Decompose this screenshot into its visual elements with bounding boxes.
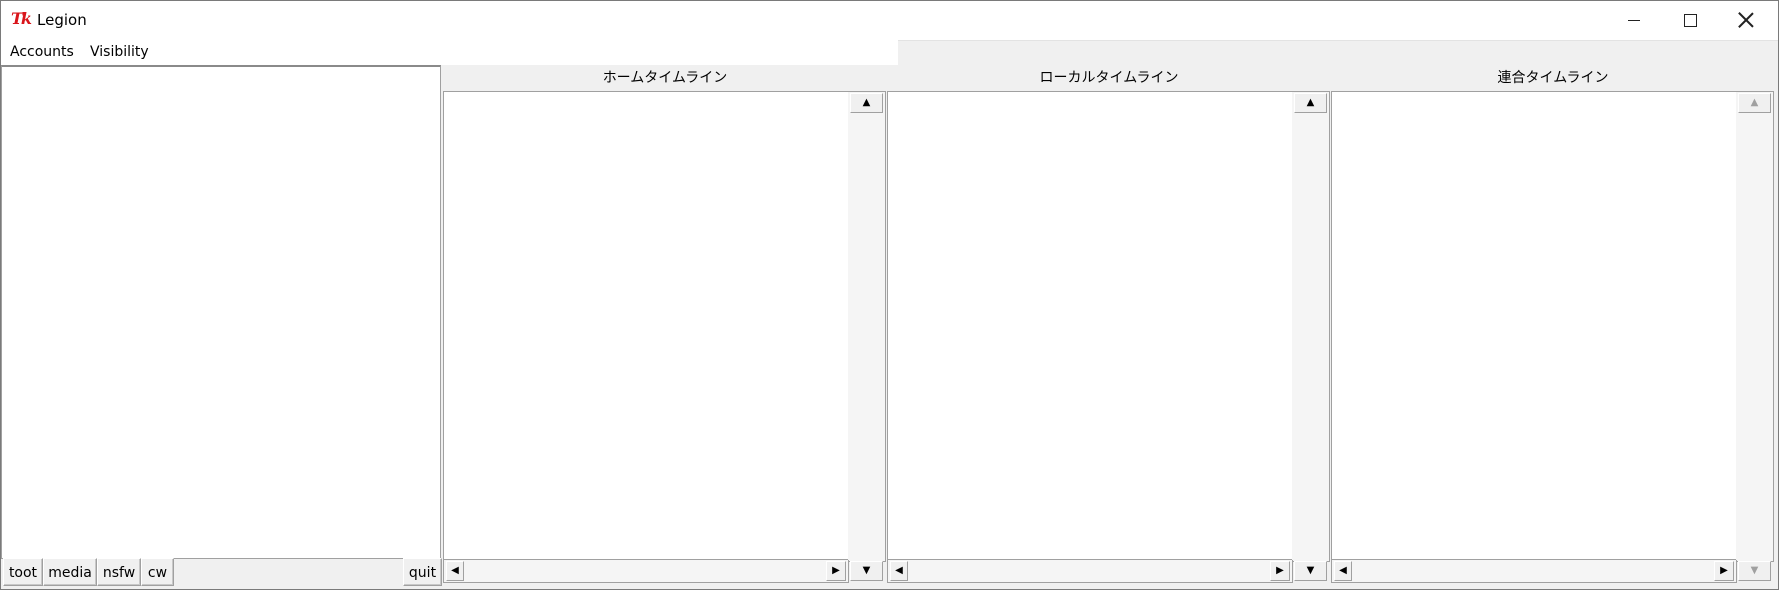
local-vertical-scrollbar[interactable]: ▲ ▼ [1292,91,1330,581]
menu-bar: Accounts Visibility [1,39,898,65]
close-icon [1738,12,1754,28]
home-timeline-list[interactable] [443,91,848,560]
cw-button[interactable]: cw [141,558,174,586]
quit-button[interactable]: quit [403,558,442,586]
maximize-icon [1683,13,1697,27]
local-timeline-list[interactable] [887,91,1292,560]
local-timeline-column: ローカルタイムライン ▲ ▼ ◀ ▶ [887,65,1331,589]
federated-timeline-title: 連合タイムライン [1331,65,1775,91]
home-horizontal-scrollbar[interactable]: ◀ ▶ [443,560,849,583]
local-horizontal-scrollbar[interactable]: ◀ ▶ [887,560,1293,583]
scroll-left-icon[interactable]: ◀ [1334,561,1352,581]
federated-vertical-scrollbar[interactable]: ▲ ▼ [1736,91,1774,581]
scroll-right-icon[interactable]: ▶ [1714,561,1734,581]
nsfw-button[interactable]: nsfw [97,558,141,586]
scroll-left-icon[interactable]: ◀ [890,561,908,581]
federated-timeline-list[interactable] [1331,91,1736,560]
title-bar[interactable]: Tk Legion [1,1,1778,39]
local-timeline-title: ローカルタイムライン [887,65,1331,91]
menu-visibility[interactable]: Visibility [90,43,149,61]
media-button[interactable]: media [43,558,97,586]
scroll-right-icon[interactable]: ▶ [826,561,846,581]
toot-button[interactable]: toot [3,558,43,586]
tk-feather-icon: Tk [11,9,32,28]
scroll-up-icon[interactable]: ▲ [1294,93,1327,113]
compose-panel: toot media nsfw cw quit [1,65,443,589]
menu-bar-divider [898,39,1778,41]
scroll-down-icon[interactable]: ▼ [850,561,883,581]
maximize-button[interactable] [1664,1,1716,39]
toot-text-area[interactable] [1,65,441,559]
scroll-left-icon[interactable]: ◀ [446,561,464,581]
home-vertical-scrollbar[interactable]: ▲ ▼ [848,91,886,581]
app-window: Tk Legion Accounts Visibility toot media… [0,0,1779,590]
scroll-up-icon[interactable]: ▲ [1738,93,1771,113]
scroll-down-icon[interactable]: ▼ [1738,561,1771,581]
close-button[interactable] [1720,1,1772,39]
scroll-up-icon[interactable]: ▲ [850,93,883,113]
scroll-down-icon[interactable]: ▼ [1294,561,1327,581]
federated-timeline-column: 連合タイムライン ▲ ▼ ◀ ▶ [1331,65,1775,589]
minimize-button[interactable] [1608,1,1660,39]
home-timeline-column: ホームタイムライン ▲ ▼ ◀ ▶ [443,65,887,589]
federated-horizontal-scrollbar[interactable]: ◀ ▶ [1331,560,1737,583]
menu-accounts[interactable]: Accounts [10,43,74,61]
window-title: Legion [37,11,87,29]
scroll-right-icon[interactable]: ▶ [1270,561,1290,581]
home-timeline-title: ホームタイムライン [443,65,887,91]
minimize-icon [1628,19,1640,21]
